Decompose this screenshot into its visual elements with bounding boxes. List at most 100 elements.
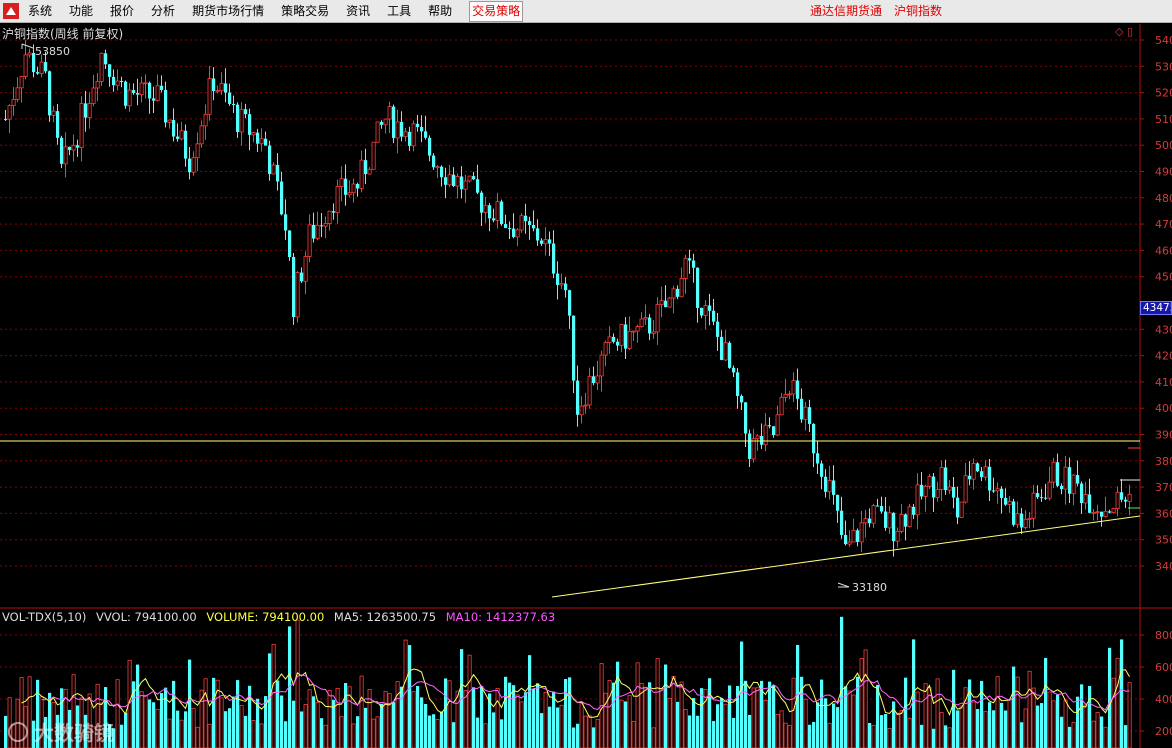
candle-body <box>1076 475 1080 484</box>
price-axis-label: 530 <box>1155 60 1172 73</box>
volume-bar <box>751 687 756 748</box>
candle-body <box>892 512 896 542</box>
volume-bar <box>624 701 628 748</box>
volume-bar <box>476 717 480 748</box>
volume-bar <box>467 654 472 748</box>
candle-body <box>127 89 132 107</box>
volume-bar <box>643 686 648 748</box>
candle-body <box>959 501 964 518</box>
candle-body <box>284 214 288 231</box>
candle-body <box>664 300 668 308</box>
volume-bar <box>524 692 528 748</box>
volume-bar <box>292 700 296 748</box>
volume-bar <box>696 715 700 748</box>
candle-body <box>779 396 784 416</box>
candle-body <box>91 87 96 104</box>
candle-body <box>403 131 408 138</box>
volume-bar <box>667 697 672 748</box>
candle-body <box>659 300 664 306</box>
candle-body <box>207 78 212 115</box>
volume-bar <box>664 664 668 748</box>
volume-bar <box>320 718 324 748</box>
candle-body <box>76 145 80 148</box>
candle-body <box>952 486 956 498</box>
volume-axis-label: 800 <box>1155 629 1172 642</box>
volume-bar <box>556 707 560 748</box>
candle-body <box>203 113 208 127</box>
candle-body <box>84 103 88 118</box>
volume-bar <box>923 683 928 748</box>
volume-bar <box>176 710 180 748</box>
volume-bar <box>120 724 124 748</box>
candle-body <box>676 288 680 297</box>
candle-body <box>1068 467 1072 494</box>
candle-body <box>808 407 812 424</box>
volume-bar <box>383 691 388 748</box>
candle-body <box>1091 511 1096 514</box>
price-axis-label: 460 <box>1155 244 1172 257</box>
volume-bar <box>244 715 248 748</box>
candle-body <box>303 256 308 282</box>
volume-bar <box>592 727 596 748</box>
volume-bar <box>783 722 788 748</box>
candle-body <box>143 82 148 85</box>
candle-body <box>791 380 796 395</box>
candle-body <box>920 484 924 497</box>
price-axis-label: 430 <box>1155 323 1172 336</box>
volume-bar <box>947 727 952 748</box>
volume-bar <box>744 680 748 748</box>
candle-body <box>244 109 248 115</box>
candle-body <box>356 183 360 189</box>
volume-bar <box>952 669 956 748</box>
candle-body <box>312 224 316 239</box>
volume-bar <box>932 728 936 748</box>
volume-bar <box>515 694 520 748</box>
current-price-tag: 43475 <box>1140 301 1172 315</box>
candle-body <box>700 307 704 316</box>
volume-bar <box>791 677 796 748</box>
candle-body <box>268 145 272 174</box>
volume-bar <box>1000 702 1004 748</box>
candle-body <box>783 393 788 398</box>
candle-body <box>56 111 60 138</box>
volume-bar <box>276 680 280 748</box>
volume-bar <box>803 698 808 748</box>
candle-body <box>992 490 996 492</box>
volume-bar <box>968 679 972 748</box>
candle-body <box>164 89 168 123</box>
volume-bar <box>651 727 656 748</box>
volume-bar <box>983 710 988 748</box>
volume-bar <box>400 686 404 748</box>
candle-body <box>844 534 848 545</box>
candle-body <box>323 223 328 227</box>
volume-bar <box>992 710 996 748</box>
candle-body <box>199 125 204 145</box>
candle-body <box>364 160 368 175</box>
candle-body <box>568 290 572 316</box>
panel-toggle-icon[interactable]: ◇ ▯ <box>1115 25 1133 38</box>
candle-body <box>519 215 524 231</box>
candle-body <box>359 159 364 189</box>
volume-bar <box>944 725 948 748</box>
candle-body <box>543 239 548 245</box>
volume-bar <box>939 712 944 748</box>
candle-body <box>980 471 984 478</box>
volume-value: VOLUME: 794100.00 <box>206 610 325 624</box>
volume-bar <box>976 709 980 748</box>
candle-body <box>152 98 156 101</box>
volume-bar <box>832 703 836 748</box>
volume-bar <box>143 694 148 748</box>
candle-body <box>631 330 636 333</box>
volume-bar <box>1076 696 1080 748</box>
candle-body <box>264 138 268 146</box>
volume-bar <box>700 688 704 748</box>
volume-bar <box>428 715 432 748</box>
candle-body <box>300 272 304 282</box>
candle-body <box>548 239 552 244</box>
candle-body <box>483 204 488 214</box>
candle-body <box>1056 462 1060 486</box>
volume-bar <box>312 696 316 748</box>
volume-bar <box>548 706 552 748</box>
kline-chart[interactable]: 53850 33180 大数骑镜 540 530 520 510 500 490 480 470 4… <box>0 0 1172 748</box>
candle-body <box>467 175 472 182</box>
